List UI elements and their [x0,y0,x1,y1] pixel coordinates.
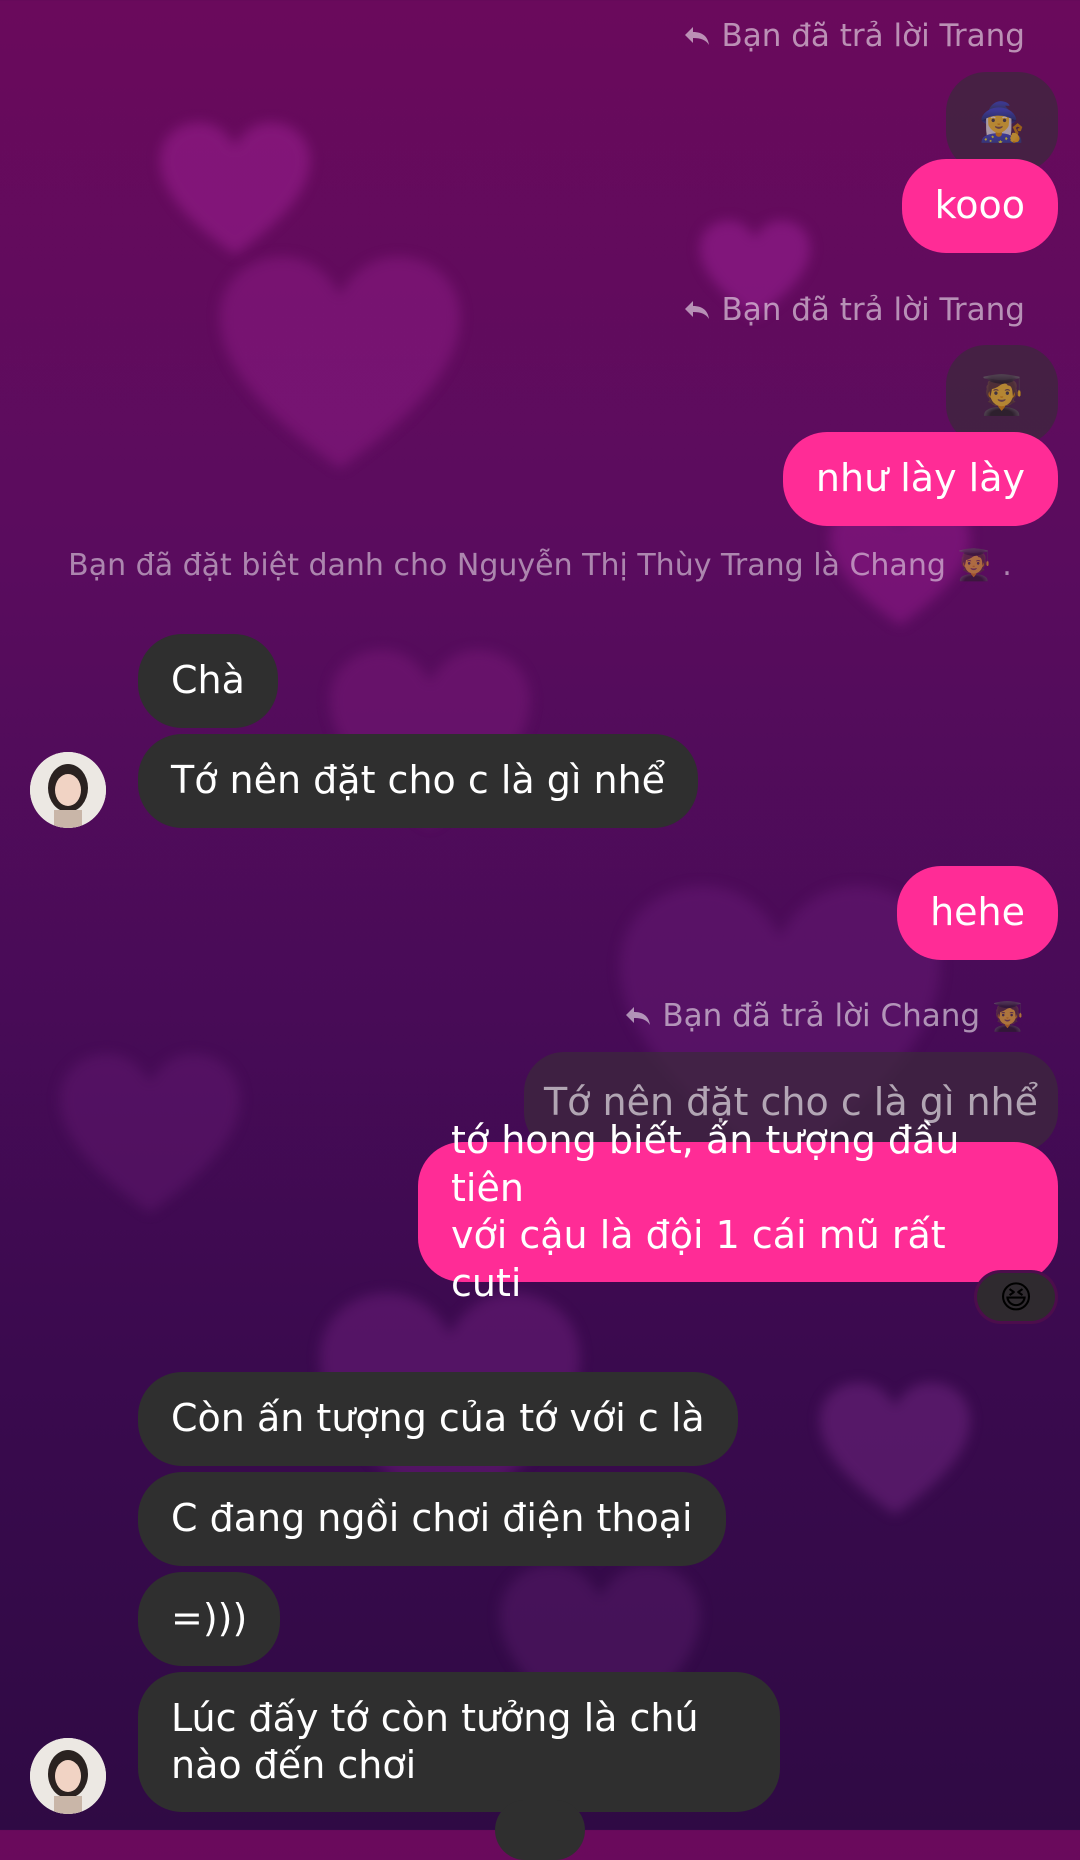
reply-indicator-text: Bạn đã trả lời Chang [662,998,981,1034]
reply-indicator-text: Bạn đã trả lời Trang [721,292,1025,328]
message-text-line: nào đến chơi [171,1743,417,1787]
avatar-image [30,752,106,828]
outgoing-message[interactable]: kooo [901,159,1058,253]
heart-decoration [60,1050,240,1220]
contact-avatar[interactable] [30,752,106,828]
scroll-to-bottom-button[interactable] [495,1800,585,1860]
quoted-message[interactable]: 🧙‍♀️ [946,72,1058,172]
incoming-message[interactable]: Tớ nên đặt cho c là gì nhể [138,734,699,828]
message-text: Chà [171,658,245,703]
reply-arrow-icon [685,27,710,45]
heart-decoration [160,120,310,260]
incoming-message[interactable]: Còn ấn tượng của tớ với c là [138,1372,738,1466]
reply-arrow-icon [685,301,710,319]
laughing-emoji-icon: 😆 [999,1278,1033,1316]
message-text-line: với cậu là đội 1 cái mũ rất cuti [451,1213,946,1305]
message-text-line: Lúc đấy tớ còn tưởng là chú [171,1695,699,1740]
nickname-system-note: Bạn đã đặt biệt danh cho Nguyễn Thị Thùy… [68,548,1012,583]
outgoing-message[interactable]: tớ hong biết, ấn tượng đầu tiên với cậu … [418,1118,1058,1305]
message-text: kooo [934,183,1025,228]
outgoing-message[interactable]: hehe [897,866,1058,960]
heart-decoration [820,1380,970,1520]
contact-avatar[interactable] [30,1738,106,1814]
incoming-message[interactable]: C đang ngồi chơi điện thoại [138,1472,726,1566]
incoming-message[interactable]: Lúc đấy tớ còn tưởng là chú nào đến chơi [138,1672,780,1812]
reply-indicator: Bạn đã trả lời Trang [683,292,1025,328]
message-text-line: tớ hong biết, ấn tượng đầu tiên [451,1118,960,1210]
message-text: như lày lày [815,456,1025,501]
quoted-emoji: 🧑‍🎓 [978,372,1026,417]
message-text: =))) [171,1596,248,1641]
heart-decoration [220,250,460,480]
reply-arrow-icon [626,1007,651,1025]
message-text: hehe [930,890,1025,935]
incoming-message[interactable]: Chà [138,634,278,728]
quoted-message[interactable]: 🧑‍🎓 [946,345,1058,445]
message-text: C đang ngồi chơi điện thoại [171,1496,693,1541]
reply-indicator-text: Bạn đã trả lời Trang [721,18,1025,54]
outgoing-message[interactable]: như lày lày [782,432,1058,526]
message-text: Tớ nên đặt cho c là gì nhể [171,758,666,803]
avatar-image [30,1738,106,1814]
reply-indicator: Bạn đã trả lời Chang 🧑‍🎓 [624,998,1025,1034]
message-text: Còn ấn tượng của tớ với c là [171,1396,705,1441]
reply-indicator-emoji: 🧑‍🎓 [990,999,1025,1033]
reply-indicator: Bạn đã trả lời Trang [683,18,1025,54]
message-reaction[interactable]: 😆 [974,1270,1058,1324]
quoted-emoji: 🧙‍♀️ [978,99,1026,144]
incoming-message[interactable]: =))) [138,1572,281,1666]
